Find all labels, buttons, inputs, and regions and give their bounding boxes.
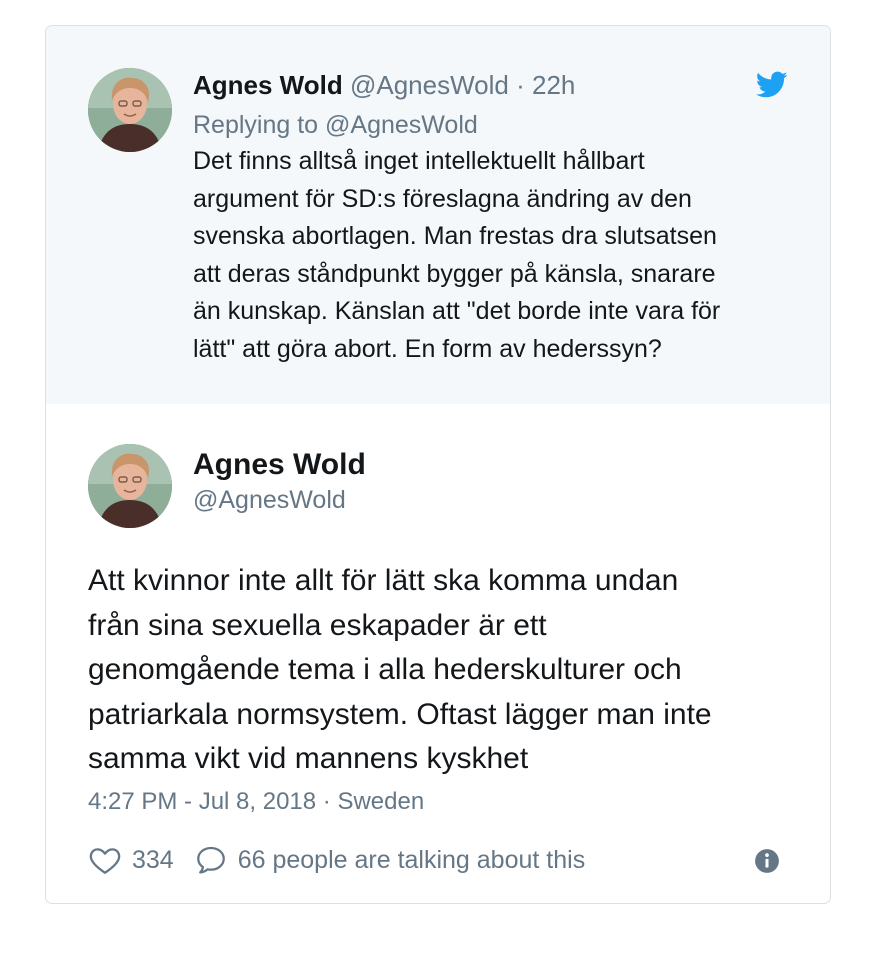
text-line: att deras ståndpunkt bygger på känsla, s… <box>193 259 716 288</box>
author-name[interactable]: Agnes Wold <box>193 446 366 484</box>
replying-to[interactable]: Replying to @AgnesWold <box>193 108 478 142</box>
main-tweet-text: Att kvinnor inte allt för lätt ska komma… <box>88 559 808 782</box>
tweet-time[interactable]: 22h <box>532 70 575 100</box>
text-line: Det finns alltså inget intellektuellt hå… <box>193 147 645 175</box>
text-line: patriarkala normsystem. Oftast lägger ma… <box>88 697 712 731</box>
comment-bubble-icon[interactable] <box>194 843 228 877</box>
reply-tweet[interactable]: Agnes Wold @AgnesWold · 22h Replying to … <box>46 26 830 404</box>
text-line: Att kvinnor inte allt för lätt ska komma… <box>88 564 679 597</box>
text-line: svenska abortlagen. Man frestas dra slut… <box>193 222 717 250</box>
tweet-timestamp[interactable]: 4:27 PM - Jul 8, 2018 · Sweden <box>88 786 424 818</box>
text-line: än kunskap. Känslan att "det borde inte … <box>193 297 721 325</box>
text-line: genomgående tema i alla hederskulturer o… <box>88 653 682 686</box>
text-line: från sina sexuella eskapader är ett <box>88 608 547 642</box>
author-handle[interactable]: @AgnesWold <box>193 483 346 517</box>
author-handle[interactable]: @AgnesWold <box>350 70 509 100</box>
text-line: samma vikt vid mannens kyskhet <box>88 742 529 775</box>
twitter-bird-icon[interactable] <box>756 71 788 99</box>
heart-icon[interactable] <box>88 843 122 877</box>
reply-tweet-header: Agnes Wold @AgnesWold · 22h <box>193 68 575 102</box>
tweet-actions: 334 66 people are talking about this <box>88 841 585 879</box>
text-line: lätt" att göra abort. En form av hederss… <box>193 334 662 363</box>
avatar[interactable] <box>88 444 172 528</box>
embedded-tweet-card: Agnes Wold @AgnesWold · 22h Replying to … <box>45 25 831 904</box>
separator: · <box>516 70 525 100</box>
reply-tweet-text: Det finns alltså inget intellektuellt hå… <box>193 143 803 368</box>
like-count[interactable]: 334 <box>132 846 174 875</box>
author-name[interactable]: Agnes Wold <box>193 70 343 100</box>
info-icon[interactable] <box>754 848 780 874</box>
talking-count[interactable]: 66 people are talking about this <box>238 846 585 875</box>
avatar[interactable] <box>88 68 172 152</box>
text-line: argument för SD:s föreslagna ändring av … <box>193 184 692 213</box>
